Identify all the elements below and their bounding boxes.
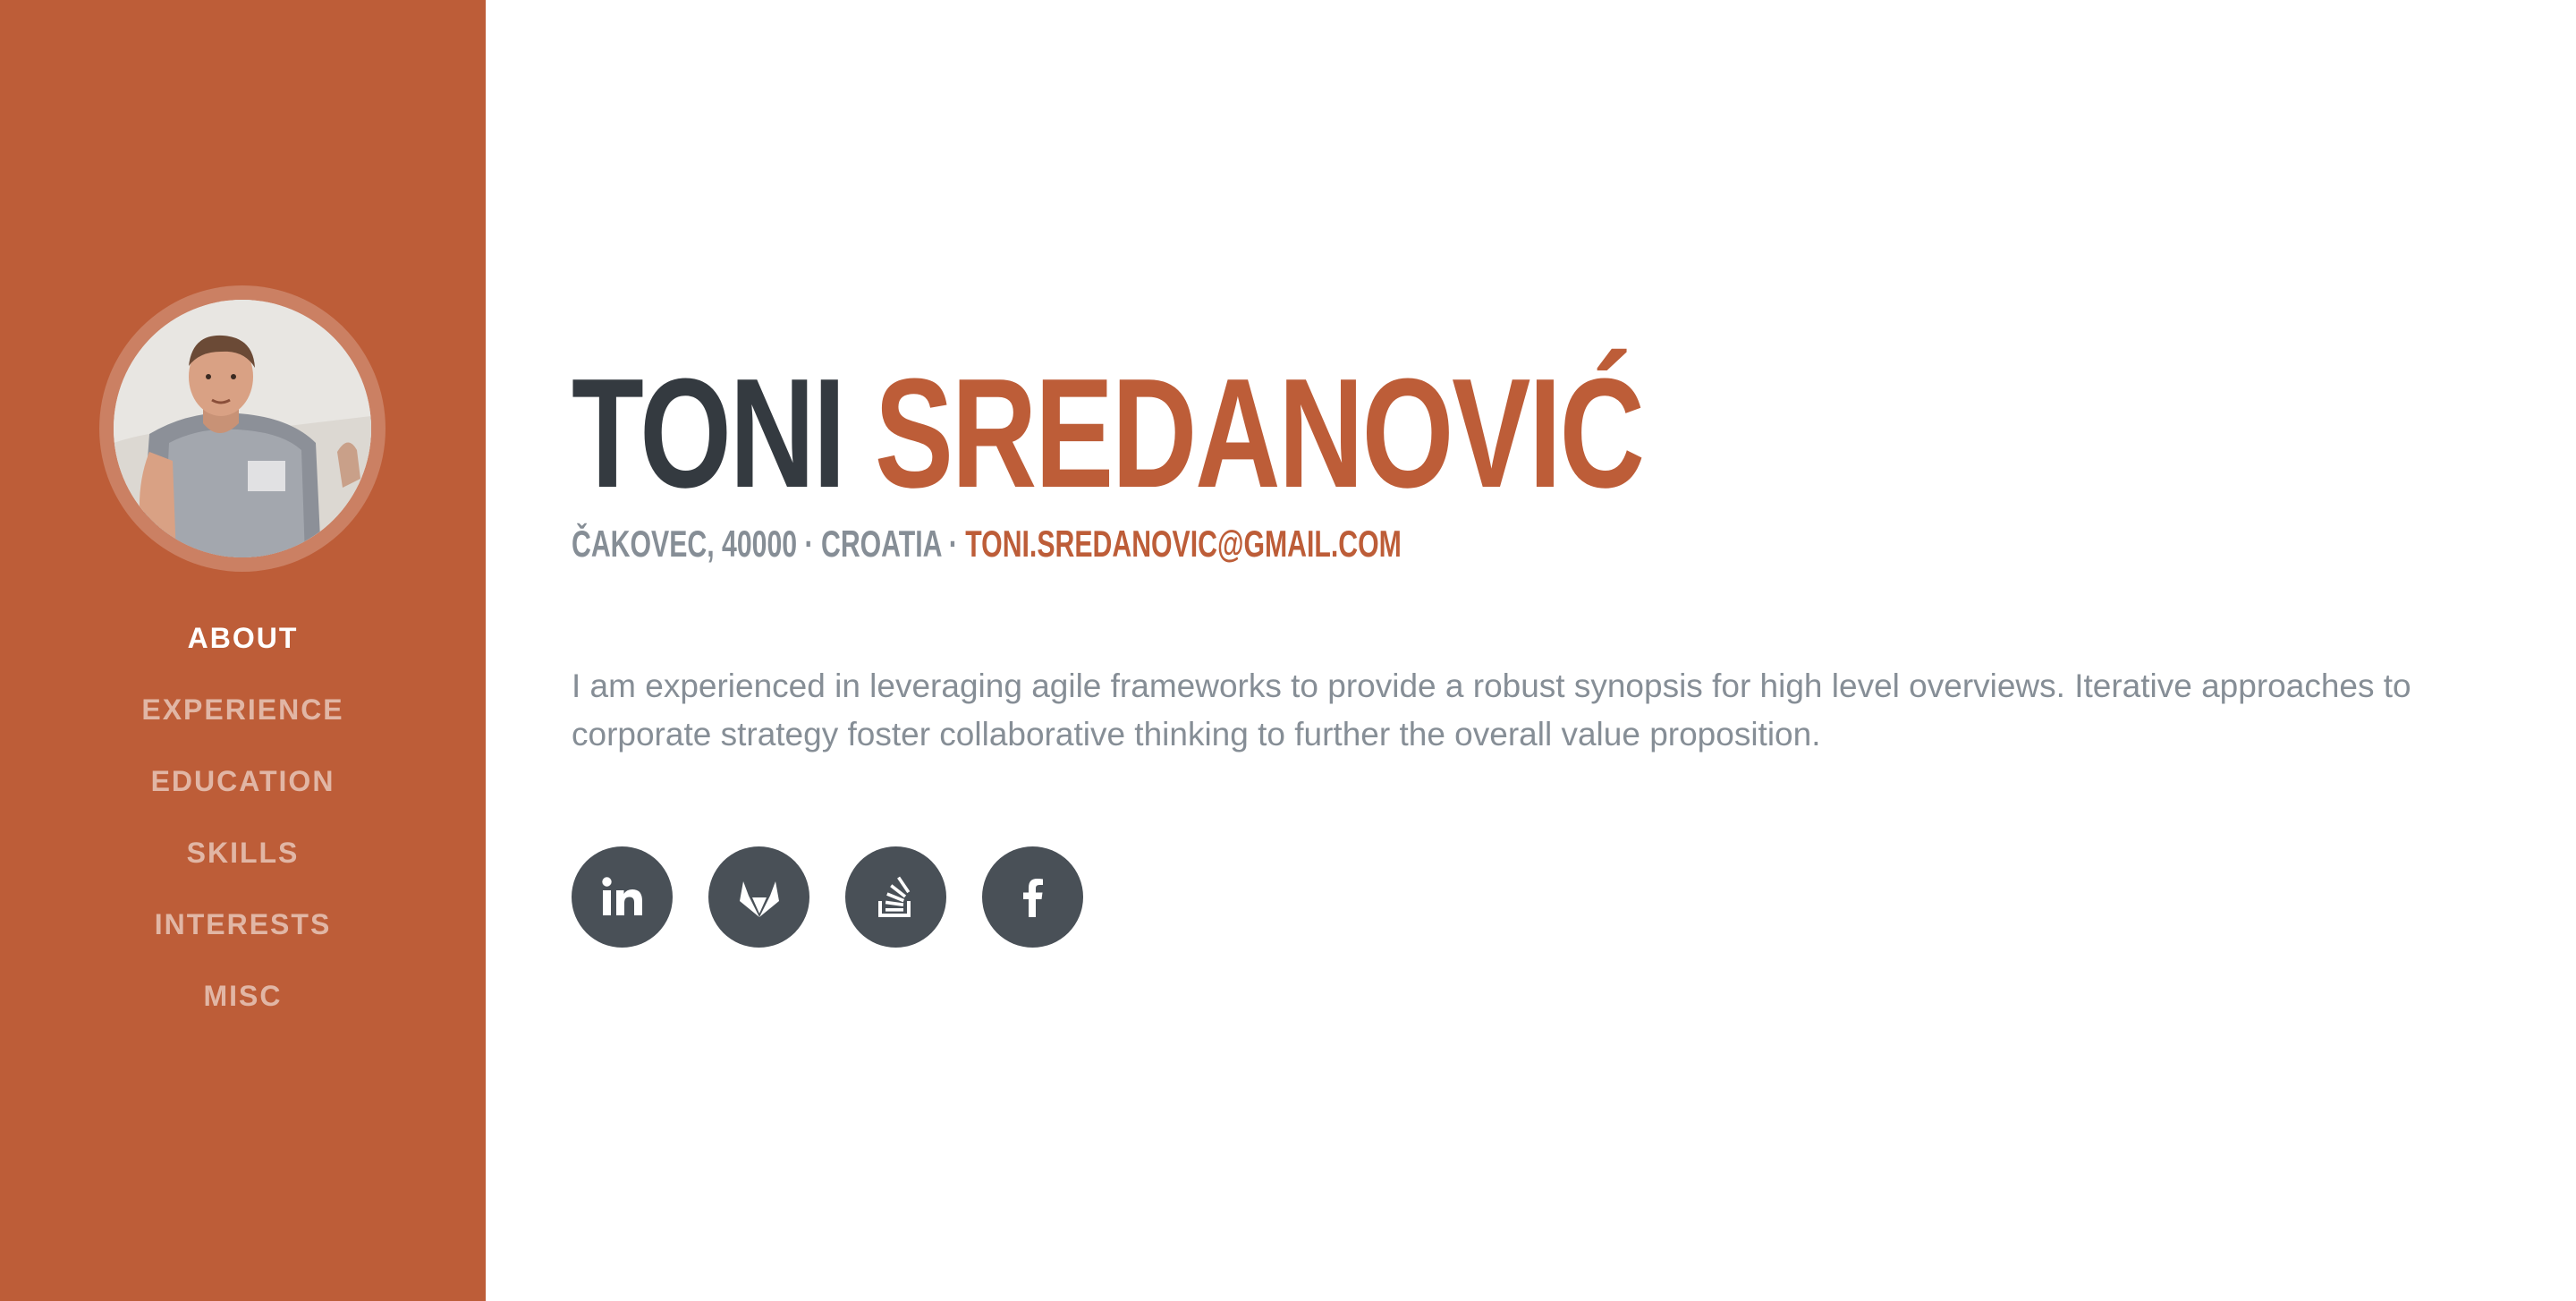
stackoverflow-link[interactable]	[845, 846, 946, 948]
stackoverflow-icon	[877, 876, 911, 917]
nav-link-experience[interactable]: EXPERIENCE	[141, 685, 343, 734]
gitlab-link[interactable]	[708, 846, 809, 948]
nav-link-about[interactable]: ABOUT	[188, 614, 299, 662]
sidebar-nav: ABOUT EXPERIENCE EDUCATION SKILLS INTERE…	[0, 614, 486, 1043]
sidebar-item-experience: EXPERIENCE	[0, 685, 486, 757]
about-section: TONI SREDANOVIĆ ČAKOVEC, 40000 · CROATIA…	[486, 0, 2576, 1301]
linkedin-link[interactable]	[572, 846, 673, 948]
page-title: TONI SREDANOVIĆ	[572, 351, 1645, 515]
sidebar-item-about: ABOUT	[0, 614, 486, 685]
sidebar-item-interests: INTERESTS	[0, 900, 486, 972]
sidebar-item-misc: MISC	[0, 972, 486, 1043]
linkedin-icon	[601, 876, 642, 915]
contact-line: ČAKOVEC, 40000 · CROATIA · TONI.SREDANOV…	[572, 517, 1402, 571]
facebook-icon	[1022, 878, 1043, 917]
profile-avatar	[114, 300, 371, 557]
nav-link-skills[interactable]: SKILLS	[187, 829, 300, 877]
last-name: SREDANOVIĆ	[874, 345, 1645, 520]
about-lead: I am experienced in leveraging agile fra…	[572, 668, 2411, 753]
profile-photo	[114, 300, 371, 557]
social-icons	[572, 846, 1083, 948]
facebook-link[interactable]	[982, 846, 1083, 948]
nav-link-education[interactable]: EDUCATION	[151, 757, 335, 805]
sidebar: ABOUT EXPERIENCE EDUCATION SKILLS INTERE…	[0, 0, 486, 1301]
address-text: ČAKOVEC, 40000 · CROATIA ·	[572, 523, 966, 565]
gitlab-icon	[739, 880, 779, 917]
sidebar-item-skills: SKILLS	[0, 829, 486, 900]
nav-link-interests[interactable]: INTERESTS	[155, 900, 332, 948]
first-name: TONI	[572, 345, 846, 520]
profile-avatar-frame	[99, 285, 386, 572]
sidebar-item-education: EDUCATION	[0, 757, 486, 829]
email-link[interactable]: TONI.SREDANOVIC@GMAIL.COM	[965, 523, 1402, 565]
nav-link-misc[interactable]: MISC	[204, 972, 283, 1020]
